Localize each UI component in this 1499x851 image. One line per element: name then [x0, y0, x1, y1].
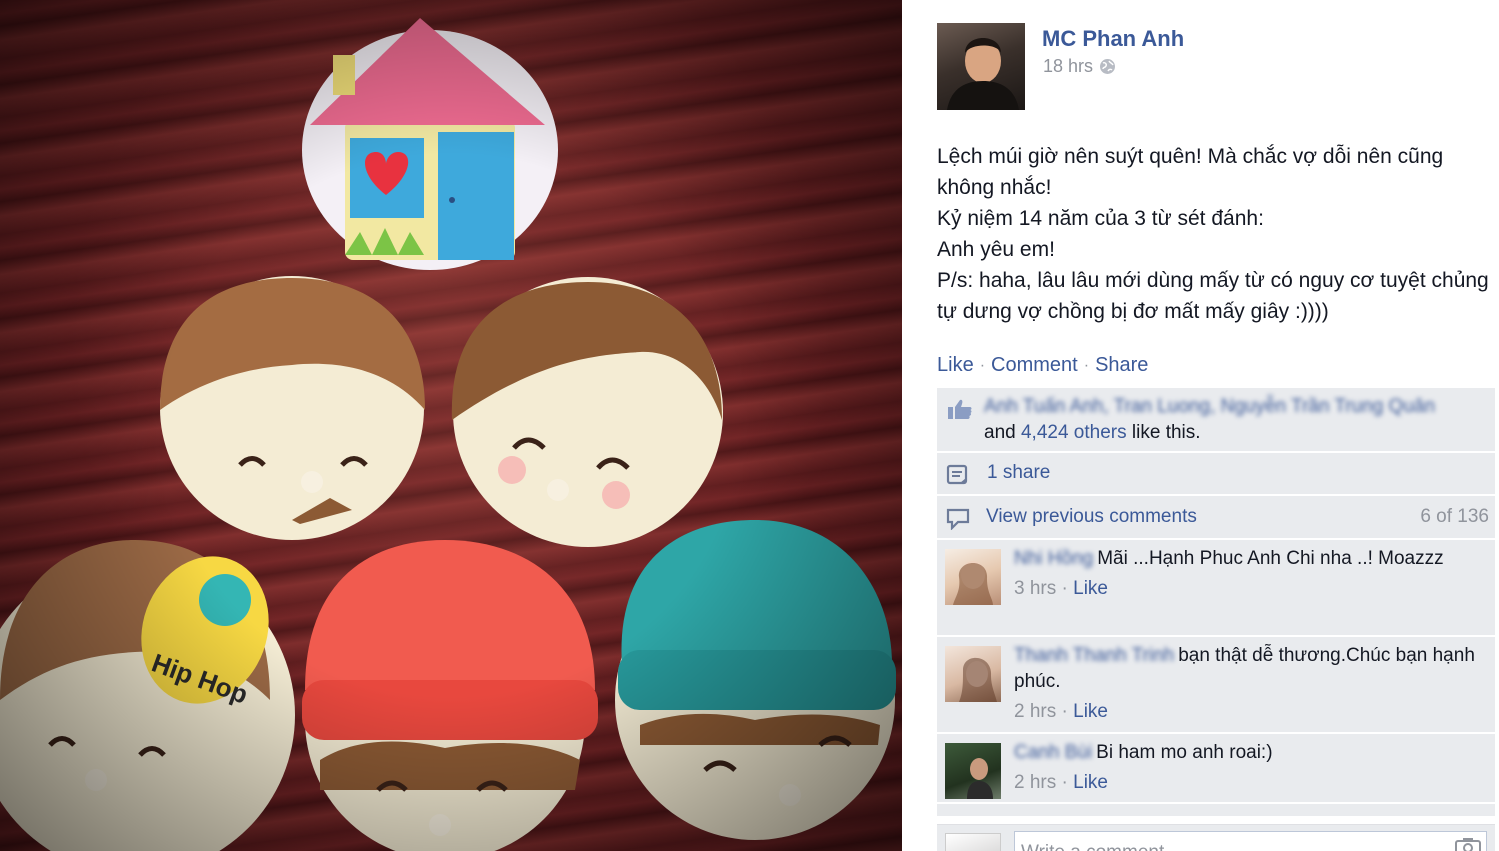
comment-time[interactable]: 2 hrs	[1014, 772, 1056, 793]
comment-body: Nhi Hồng Mãi ...Hạnh Phuc Anh Chi nha ..!…	[1014, 546, 1484, 602]
commenter-name[interactable]: Thanh Thanh Trinh	[1014, 645, 1174, 666]
commenter-name[interactable]: Canh Bùi	[1014, 742, 1092, 763]
feedback-box: Anh Tuấn Anh, Tran Luong, Nguyễn Trần Tr…	[937, 388, 1495, 818]
comment-body: Thanh Thanh Trinh bạn thật dễ thương.Chúc…	[1014, 643, 1484, 725]
commenter-avatar[interactable]	[945, 549, 1001, 605]
camera-icon[interactable]	[1455, 837, 1481, 851]
comments-count: 6 of 136	[1420, 506, 1489, 527]
comment-item: Canh Bùi Bi ham mo anh roai:) 2 hrs · Lik…	[937, 734, 1495, 804]
comment-like-button[interactable]: Like	[1073, 578, 1108, 599]
house-cupcake	[302, 18, 558, 270]
action-separator: ·	[1083, 356, 1090, 374]
girl-cupcake	[451, 277, 723, 547]
likes-others-link[interactable]: 4,424 others	[1021, 422, 1127, 443]
post-line-1: Lệch múi giờ nên suýt quên! Mà chắc vợ d…	[937, 145, 1444, 199]
post-panel: MC Phan Anh 18 hrs Lệch múi giờ nên suýt…	[902, 0, 1499, 851]
post-time-text[interactable]: 18 hrs	[1043, 56, 1093, 77]
comment-input-placeholder: Write a comment...	[1021, 842, 1180, 851]
comment-item: Nhi Hồng Mãi ...Hạnh Phuc Anh Chi nha ..!…	[937, 540, 1495, 637]
comment-input[interactable]: Write a comment...	[1014, 831, 1487, 851]
comment-meta: 2 hrs · Like	[1014, 701, 1108, 722]
post-actions: Like · Comment · Share	[937, 354, 1148, 377]
post-photo[interactable]: Hip Hop	[0, 0, 902, 851]
comment-time[interactable]: 2 hrs	[1014, 701, 1056, 722]
author-name[interactable]: MC Phan Anh	[1042, 26, 1184, 52]
teal-hat-cupcake	[615, 520, 896, 840]
commenter-avatar[interactable]	[945, 646, 1001, 702]
previous-comments-bar: View previous comments 6 of 136	[937, 496, 1495, 540]
comment-item-partial	[937, 804, 1495, 818]
comment-body: Canh Bùi Bi ham mo anh roai:) 2 hrs · Lik…	[1014, 740, 1484, 796]
red-hat-cupcake	[302, 540, 598, 851]
shares-summary: 1 share	[937, 453, 1495, 496]
globe-icon[interactable]	[1099, 58, 1116, 75]
comment-like-button[interactable]: Like	[1073, 772, 1108, 793]
likes-summary: Anh Tuấn Anh, Tran Luong, Nguyễn Trần Tr…	[937, 388, 1495, 453]
comment-text: Bi ham mo anh roai:)	[1096, 742, 1273, 763]
comment-text: Mãi ...Hạnh Phuc Anh Chi nha ..! Moazzz	[1097, 548, 1444, 569]
post-line-3: Anh yêu em!	[937, 238, 1055, 261]
comment-composer: Write a comment...	[937, 824, 1495, 851]
likes-others-text: and 4,424 others like this.	[984, 422, 1201, 444]
post-timestamp: 18 hrs	[1043, 56, 1116, 77]
avatar-portrait	[947, 38, 1019, 110]
share-button[interactable]: Share	[1095, 354, 1148, 377]
post-line-2: Kỷ niệm 14 năm của 3 từ sét đánh:	[937, 207, 1264, 230]
comment-meta: 2 hrs · Like	[1014, 772, 1108, 793]
commenter-name[interactable]: Nhi Hồng	[1014, 548, 1093, 569]
likes-and: and	[984, 422, 1016, 443]
post-message: Lệch múi giờ nên suýt quên! Mà chắc vợ d…	[937, 141, 1489, 327]
commenter-avatar[interactable]	[945, 743, 1001, 799]
likes-suffix: like this.	[1131, 422, 1201, 443]
likers-names[interactable]: Anh Tuấn Anh, Tran Luong, Nguyễn Trần Tr…	[984, 396, 1435, 418]
post-line-4: P/s: haha, lâu lâu mới dùng mấy từ có ng…	[937, 269, 1489, 323]
thumbs-up-icon	[947, 398, 973, 425]
action-separator: ·	[979, 356, 986, 374]
comment-like-button[interactable]: Like	[1073, 701, 1108, 722]
cupcakes-illustration: Hip Hop	[0, 18, 896, 851]
comment-button[interactable]: Comment	[991, 354, 1078, 377]
view-previous-comments-link[interactable]: View previous comments	[986, 506, 1197, 528]
comment-time[interactable]: 3 hrs	[1014, 578, 1056, 599]
author-avatar[interactable]	[937, 23, 1025, 110]
like-button[interactable]: Like	[937, 354, 974, 377]
boy-cupcake	[160, 276, 425, 540]
comment-bubble-icon	[946, 508, 972, 535]
share-icon	[946, 464, 970, 491]
comment-meta: 3 hrs · Like	[1014, 578, 1108, 599]
shares-link[interactable]: 1 share	[987, 462, 1050, 484]
comment-item: Thanh Thanh Trinh bạn thật dễ thương.Chúc…	[937, 637, 1495, 734]
viewer-avatar	[945, 833, 1001, 851]
hiphop-cupcake: Hip Hop	[0, 540, 295, 851]
